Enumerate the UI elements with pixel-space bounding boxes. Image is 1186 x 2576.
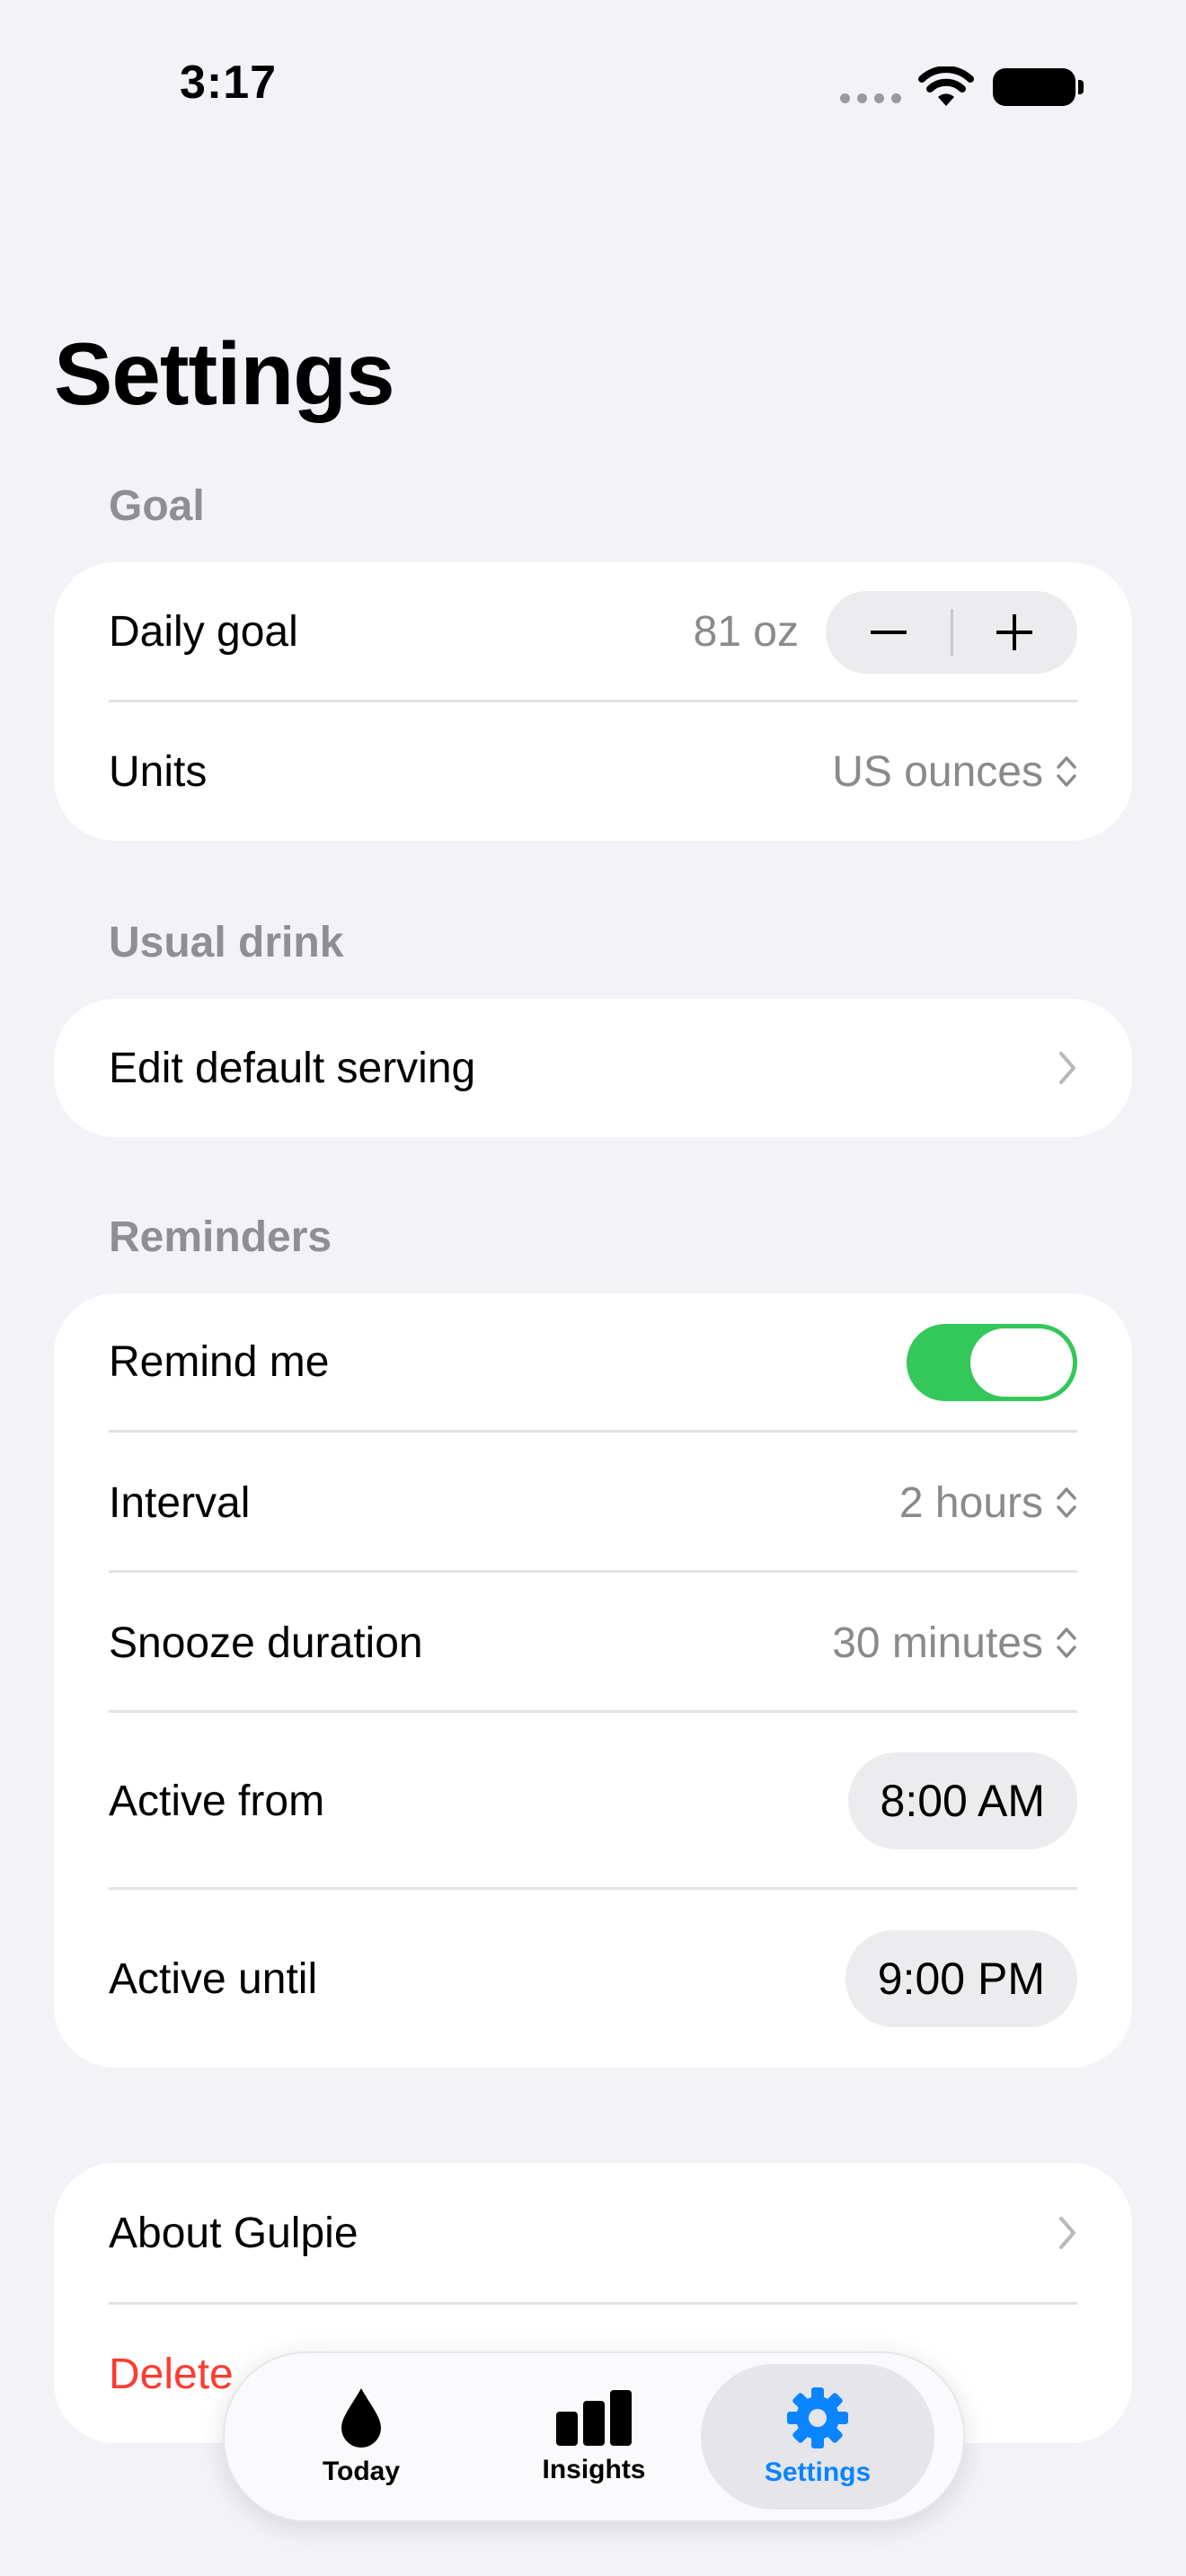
usual-drink-card: Edit default serving <box>54 999 1132 1137</box>
active-from-time-picker[interactable]: 8:00 AM <box>847 1752 1077 1849</box>
active-until-time-picker[interactable]: 9:00 PM <box>845 1930 1077 2027</box>
status-bar: 3:17 <box>0 0 1186 171</box>
daily-goal-stepper[interactable] <box>826 590 1077 674</box>
snooze-duration-label: Snooze duration <box>109 1619 423 1667</box>
status-time: 3:17 <box>180 57 278 109</box>
about-label: About Gulpie <box>109 2209 358 2257</box>
remind-me-label: Remind me <box>109 1338 330 1386</box>
section-header-usual-drink: Usual drink <box>109 919 344 966</box>
up-down-chevron-icon <box>1057 1487 1076 1518</box>
delete-label: Delete <box>109 2350 234 2398</box>
section-header-goal: Goal <box>109 482 205 530</box>
bar-chart-icon <box>556 2390 632 2446</box>
active-from-row: Active from 8:00 AM <box>109 1713 1077 1889</box>
tab-today[interactable]: Today <box>244 2364 478 2510</box>
active-from-label: Active from <box>109 1777 325 1825</box>
tab-insights[interactable]: Insights <box>477 2364 711 2510</box>
tab-settings-label: Settings <box>764 2457 872 2487</box>
snooze-duration-row[interactable]: Snooze duration 30 minutes <box>109 1573 1077 1713</box>
tab-settings[interactable]: Settings <box>701 2364 934 2510</box>
units-row[interactable]: Units US ounces <box>109 702 1077 841</box>
page-title: Settings <box>54 324 395 423</box>
section-header-reminders: Reminders <box>109 1213 332 1261</box>
snooze-duration-picker[interactable]: 30 minutes <box>832 1619 1077 1668</box>
reminders-card: Remind me Interval 2 hours Snooze durati… <box>54 1293 1132 2068</box>
minus-icon <box>871 630 907 634</box>
chevron-right-icon <box>1059 2217 1075 2249</box>
toggle-knob <box>970 1328 1073 1397</box>
battery-icon <box>993 68 1084 106</box>
stepper-divider <box>951 608 953 656</box>
interval-label: Interval <box>109 1478 251 1527</box>
remind-me-toggle[interactable] <box>907 1323 1077 1401</box>
units-value: US ounces <box>832 747 1043 796</box>
active-until-row: Active until 9:00 PM <box>109 1890 1077 2068</box>
decrement-button[interactable] <box>826 591 951 674</box>
goal-card: Daily goal 81 oz Units US ounces <box>54 562 1132 841</box>
daily-goal-row: Daily goal 81 oz <box>109 562 1077 701</box>
tab-insights-label: Insights <box>542 2455 646 2484</box>
daily-goal-label: Daily goal <box>109 608 298 656</box>
about-row[interactable]: About Gulpie <box>109 2163 1077 2303</box>
tab-bar: Today Insights Settings <box>223 2351 965 2522</box>
daily-goal-value: 81 oz <box>693 608 799 656</box>
tab-today-label: Today <box>322 2457 401 2486</box>
up-down-chevron-icon <box>1057 1628 1076 1658</box>
active-until-label: Active until <box>109 1954 318 2003</box>
interval-picker[interactable]: 2 hours <box>899 1478 1077 1528</box>
edit-default-serving-row[interactable]: Edit default serving <box>109 999 1077 1137</box>
edit-default-serving-label: Edit default serving <box>109 1044 476 1092</box>
interval-row[interactable]: Interval 2 hours <box>109 1433 1077 1573</box>
up-down-chevron-icon <box>1057 756 1076 787</box>
cellular-signal-icon <box>840 93 901 103</box>
units-label: Units <box>109 747 208 796</box>
interval-value: 2 hours <box>898 1478 1043 1527</box>
remind-me-row: Remind me <box>109 1293 1077 1431</box>
plus-icon <box>996 613 1032 650</box>
units-picker[interactable]: US ounces <box>832 747 1077 797</box>
wifi-icon <box>918 66 974 106</box>
snooze-duration-value: 30 minutes <box>832 1619 1043 1667</box>
chevron-right-icon <box>1059 1052 1075 1084</box>
gear-icon <box>787 2387 848 2448</box>
increment-button[interactable] <box>951 591 1077 674</box>
drop-icon <box>341 2388 381 2448</box>
